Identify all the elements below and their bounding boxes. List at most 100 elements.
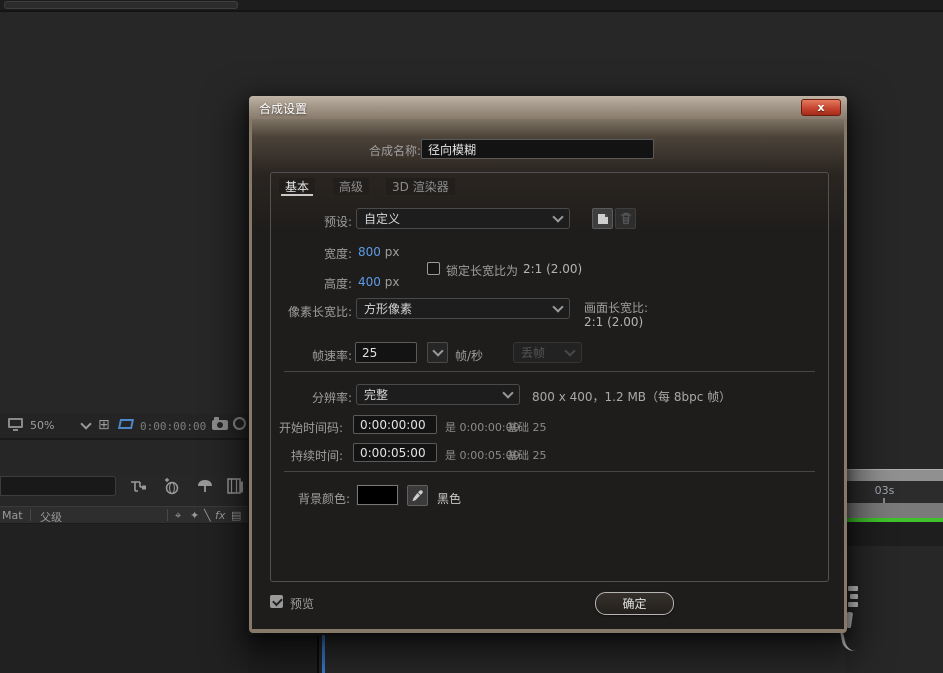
- region-of-interest-icon[interactable]: [117, 419, 135, 429]
- bottom-panel-left: [248, 635, 317, 673]
- eyedropper-icon: [412, 490, 423, 502]
- close-icon: x: [817, 101, 825, 114]
- viewer-toolbar: 50% ⊞ 0:00:00:00: [0, 414, 248, 440]
- timeline-column-header: Mat 父级 ⌖ ✦ ╲ fx ▤: [0, 506, 248, 524]
- ruler-time-label: 03s: [874, 484, 895, 497]
- save-preset-icon: [597, 213, 608, 224]
- active-tab-underline: [281, 194, 313, 196]
- preview-label: 预览: [290, 597, 315, 611]
- preset-label: 预设:: [323, 215, 352, 229]
- frame-blend-icon[interactable]: [226, 477, 244, 495]
- draft-3d-icon[interactable]: [162, 477, 180, 495]
- width-value: 800 px: [358, 245, 400, 259]
- timeline-toolbar: [0, 474, 248, 500]
- composition-name-input[interactable]: [421, 139, 654, 159]
- snapshot-camera-icon[interactable]: [212, 417, 228, 430]
- shy-layers-icon[interactable]: [196, 478, 214, 495]
- start-timecode-input[interactable]: [353, 415, 437, 434]
- resolution-info: 800 x 400，1.2 MB（每 8bpc 帧）: [532, 390, 732, 404]
- column-divider: [167, 509, 168, 521]
- height-label: 高度:: [323, 277, 352, 291]
- chevron-down-icon: [431, 345, 444, 357]
- ok-button[interactable]: 确定: [595, 592, 674, 615]
- chevron-down-icon: [502, 387, 514, 399]
- magnification-icon[interactable]: [8, 418, 23, 431]
- preview-checkbox[interactable]: [270, 595, 283, 608]
- chevron-down-icon: [564, 345, 576, 357]
- frame-rate-dropdown-button[interactable]: [427, 342, 448, 363]
- delete-preset-button[interactable]: [615, 208, 636, 229]
- fps-unit-label: 帧/秒: [455, 349, 484, 363]
- timeline-scrollbar[interactable]: [847, 469, 943, 481]
- preset-value: 自定义: [364, 212, 401, 226]
- top-panel-strip: [0, 0, 943, 12]
- bg-color-name: 黑色: [437, 492, 462, 506]
- start-timecode-label: 开始时间码:: [278, 421, 343, 435]
- composition-name-label: 合成名称:: [368, 144, 421, 158]
- panel-divider-line: [317, 635, 319, 673]
- duration-label: 持续时间:: [290, 449, 343, 463]
- quality-icon[interactable]: ╲: [204, 509, 211, 522]
- frame-aspect-label: 画面长宽比:: [584, 301, 649, 315]
- timeline-empty-area: [0, 524, 248, 673]
- start-timecode-base: 基础 25: [507, 421, 547, 434]
- drop-frame-value: 丢帧: [521, 346, 546, 360]
- timeline-search-box[interactable]: [0, 476, 116, 496]
- settings-groupbox: [270, 172, 829, 582]
- chevron-down-icon: [552, 301, 564, 313]
- watermark-fragment: [848, 586, 858, 591]
- chevron-down-icon[interactable]: [80, 418, 92, 430]
- pixel-aspect-dropdown[interactable]: 方形像素: [356, 298, 570, 319]
- trkmat-column-label[interactable]: Mat: [2, 509, 23, 522]
- resolution-dropdown[interactable]: 完整: [356, 384, 520, 405]
- pixel-aspect-value: 方形像素: [364, 302, 413, 316]
- watermark-fragment: [848, 602, 858, 607]
- close-button[interactable]: x: [801, 99, 841, 116]
- lock-aspect-ratio: 2:1 (2.00): [523, 262, 583, 276]
- tab-advanced[interactable]: 高级: [333, 178, 370, 195]
- fx-icon[interactable]: fx: [215, 509, 225, 522]
- grid-options-icon[interactable]: ⊞: [98, 417, 110, 433]
- tab-3d-renderer[interactable]: 3D 渲染器: [386, 178, 455, 195]
- chevron-down-icon: [552, 211, 564, 223]
- save-preset-button[interactable]: [592, 208, 613, 229]
- mini-flowchart-icon[interactable]: [129, 478, 147, 495]
- timeline-track-area: [847, 522, 943, 546]
- tab-basic[interactable]: 基本: [279, 178, 316, 195]
- column-divider: [30, 509, 31, 521]
- app-root: 50% ⊞ 0:00:00:00 Mat 父级 ⌖ ✦ ╲ fx ▤ 03s 合…: [0, 0, 943, 673]
- frame-rate-input[interactable]: [355, 342, 417, 363]
- duration-input[interactable]: [353, 443, 437, 462]
- work-area-bar[interactable]: [847, 503, 943, 518]
- lock-aspect-label: 锁定长宽比为: [446, 264, 519, 278]
- eyedropper-button[interactable]: [407, 485, 428, 506]
- show-channels-icon[interactable]: [233, 417, 246, 430]
- resolution-label: 分辨率:: [311, 391, 352, 405]
- pixel-aspect-label: 像素长宽比:: [287, 305, 352, 319]
- lock-aspect-checkbox[interactable]: [427, 262, 440, 275]
- frame-blend-column-icon[interactable]: ▤: [231, 509, 241, 522]
- drop-frame-dropdown: 丢帧: [513, 342, 582, 363]
- viewer-zoom-level[interactable]: 50%: [30, 419, 54, 432]
- collapse-icon[interactable]: ✦: [190, 509, 199, 522]
- panel-gap: [0, 440, 248, 474]
- bg-color-swatch[interactable]: [356, 484, 399, 506]
- width-label: 宽度:: [323, 247, 352, 261]
- composition-settings-dialog: 合成设置 x 合成名称: 基本 高级 3D 渲染器 预设: 自定义: [249, 96, 847, 633]
- resolution-value: 完整: [364, 388, 389, 402]
- preset-dropdown[interactable]: 自定义: [356, 208, 570, 229]
- dialog-titlebar[interactable]: 合成设置 x: [249, 96, 847, 119]
- bg-color-label: 背景颜色:: [297, 492, 350, 506]
- time-ruler[interactable]: 03s: [847, 481, 943, 503]
- viewer-timecode[interactable]: 0:00:00:00: [140, 420, 206, 433]
- height-value: 400 px: [358, 275, 400, 289]
- separator: [284, 371, 815, 372]
- trash-icon: [620, 212, 631, 225]
- parent-column-label[interactable]: 父级: [40, 509, 62, 525]
- frame-rate-label: 帧速率:: [311, 349, 352, 363]
- watermark-fragment: [850, 594, 858, 599]
- dialog-title: 合成设置: [259, 102, 308, 116]
- shy-icon[interactable]: ⌖: [175, 509, 181, 523]
- top-panel-tab[interactable]: [4, 1, 238, 9]
- separator: [284, 471, 815, 472]
